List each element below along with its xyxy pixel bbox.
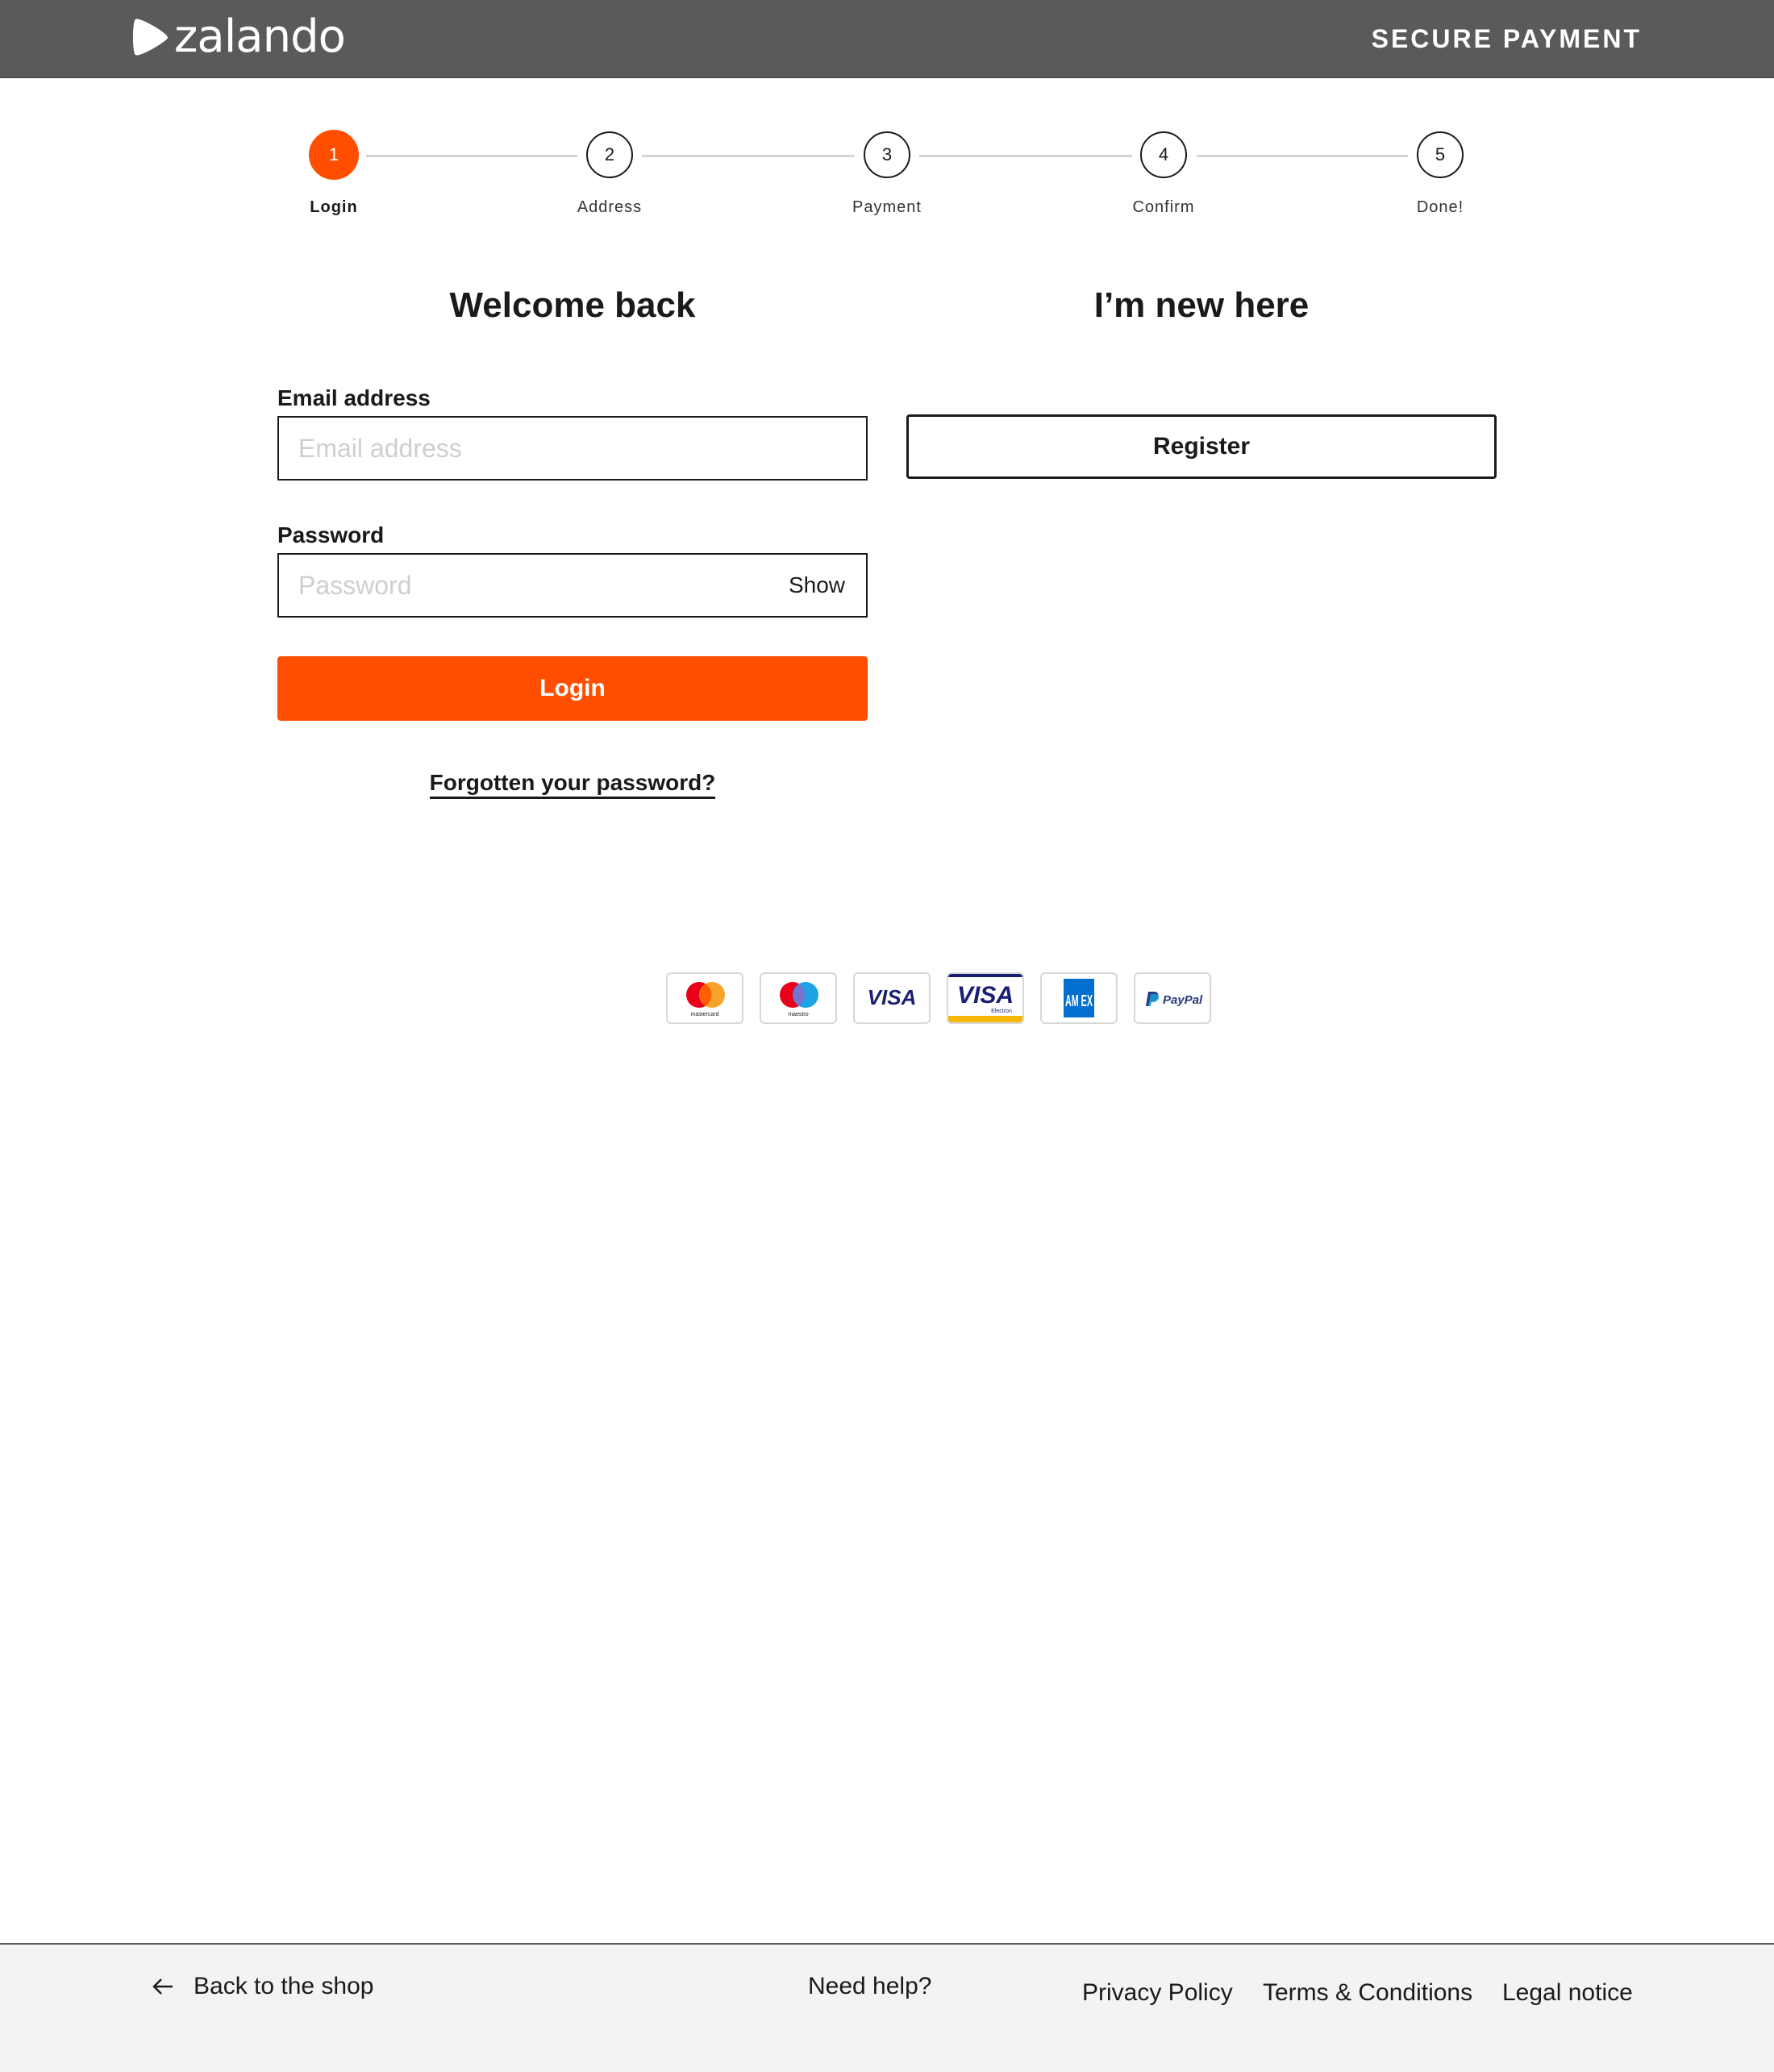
need-help-link[interactable]: Need help?	[808, 1972, 931, 2001]
step-4-label: Confirm	[1132, 198, 1195, 216]
payment-methods: mastercard maestro VISA VISA Electron AM…	[666, 972, 1211, 1024]
email-label: Email address	[277, 385, 431, 410]
footer: Back to the shop Need help? Privacy Poli…	[0, 1943, 1774, 2072]
step-4-circle: 4	[1140, 131, 1187, 178]
forgot-password-link[interactable]: Forgotten your password?	[429, 770, 716, 799]
password-label: Password	[277, 522, 385, 547]
paypal-text: PayPal	[1163, 993, 1203, 1007]
visa-logo: VISA	[853, 972, 931, 1024]
step-number: 2	[604, 144, 615, 164]
legal-notice-link[interactable]: Legal notice	[1502, 1978, 1633, 2008]
step-3-label: Payment	[852, 198, 922, 216]
step-connector	[366, 155, 577, 157]
visa-text: VISA	[868, 985, 917, 1009]
mastercard-logo: mastercard	[666, 972, 743, 1024]
register-button[interactable]: Register	[906, 414, 1497, 479]
step-2-circle: 2	[586, 131, 633, 178]
welcome-back-heading: Welcome back	[449, 285, 696, 325]
maestro-text: maestro	[788, 1012, 808, 1017]
electron-text: Electron	[991, 1009, 1012, 1014]
step-number: 3	[881, 144, 893, 164]
visa-electron-text: VISA	[957, 982, 1014, 1009]
show-password-button[interactable]: Show	[774, 555, 863, 616]
step-1-circle: 1	[309, 130, 359, 180]
mastercard-text: mastercard	[690, 1012, 718, 1017]
step-connector	[919, 155, 1132, 157]
back-to-shop-link[interactable]: Back to the shop	[152, 1972, 373, 2001]
forgot-password-container: Forgotten your password?	[277, 770, 868, 799]
step-number: 5	[1435, 144, 1446, 164]
checkout-stepper: 1 2 3 4 5 Login Address Payment Confirm …	[0, 0, 1774, 242]
step-1-label: Login	[310, 198, 358, 216]
step-3-circle: 3	[864, 131, 910, 178]
login-button[interactable]: Login	[277, 656, 868, 721]
step-2-label: Address	[577, 198, 643, 216]
step-5-label: Done!	[1416, 198, 1464, 216]
step-connector	[1197, 155, 1408, 157]
email-input[interactable]	[277, 416, 868, 481]
visa-electron-logo: VISA Electron	[947, 972, 1024, 1024]
new-here-heading: I’m new here	[1093, 285, 1310, 325]
step-connector	[642, 155, 855, 157]
step-5-circle: 5	[1417, 131, 1464, 178]
step-number: 1	[328, 144, 339, 164]
paypal-logo: PayPal	[1134, 972, 1211, 1024]
arrow-left-icon	[152, 1978, 173, 1995]
back-to-shop-label: Back to the shop	[194, 1973, 374, 1999]
step-number: 4	[1158, 144, 1169, 164]
amex-text: AM EX	[1065, 992, 1093, 1010]
american-express-logo: AM EX	[1040, 972, 1118, 1024]
terms-conditions-link[interactable]: Terms & Conditions	[1263, 1978, 1472, 2008]
privacy-policy-link[interactable]: Privacy Policy	[1082, 1978, 1233, 2008]
maestro-logo: maestro	[760, 972, 837, 1024]
